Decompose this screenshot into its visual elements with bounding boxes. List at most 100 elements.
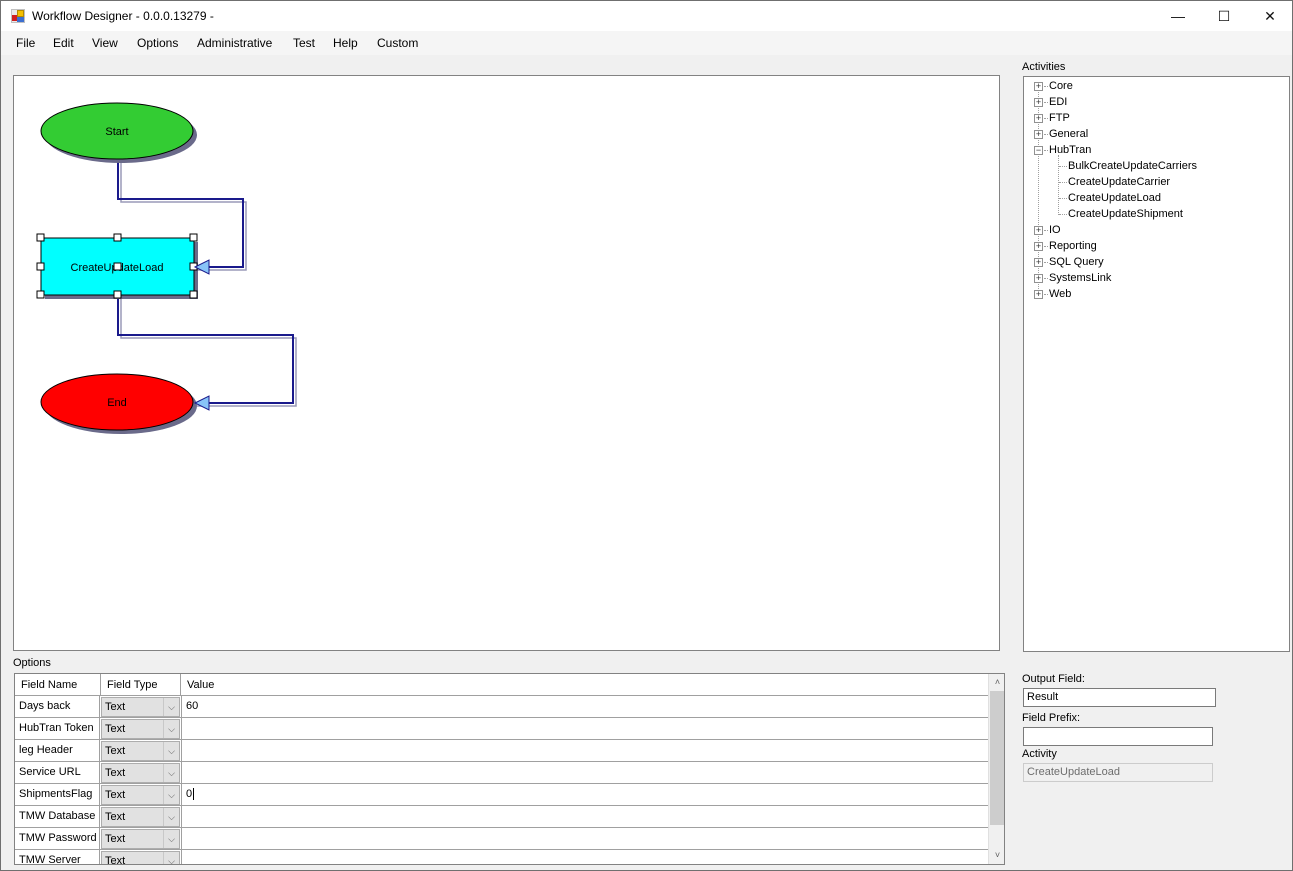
resize-handle-bottom-left[interactable]: [36, 290, 45, 299]
table-row[interactable]: Service URL Text ⌵: [15, 762, 988, 784]
collapse-icon[interactable]: −: [1034, 146, 1043, 155]
value-cell[interactable]: [181, 740, 988, 761]
table-row[interactable]: HubTran Token Text ⌵: [15, 718, 988, 740]
value-cell[interactable]: [181, 718, 988, 739]
field-type-select[interactable]: Text ⌵: [101, 741, 180, 761]
menu-options[interactable]: Options: [137, 36, 178, 50]
value-cell-editing[interactable]: 0: [181, 784, 988, 805]
field-type-select[interactable]: Text ⌵: [101, 785, 180, 805]
field-type-value: Text: [105, 833, 126, 845]
resize-handle-left[interactable]: [36, 262, 45, 271]
value-cell[interactable]: [181, 828, 988, 849]
menu-administrative[interactable]: Administrative: [197, 36, 272, 50]
field-type-select[interactable]: Text ⌵: [101, 851, 180, 864]
table-row[interactable]: Days back Text ⌵ 60: [15, 696, 988, 718]
title-bar: Workflow Designer - 0.0.0.13279 - — ☐ ✕: [1, 1, 1292, 31]
menu-custom[interactable]: Custom: [377, 36, 418, 50]
resize-handle-bottom[interactable]: [113, 290, 122, 299]
chevron-down-icon[interactable]: ⌵: [163, 742, 179, 760]
tree-guide-line: [1058, 155, 1059, 215]
expand-icon[interactable]: +: [1034, 82, 1043, 91]
chevron-down-icon[interactable]: ⌵: [163, 852, 179, 864]
chevron-down-icon[interactable]: ⌵: [163, 698, 179, 716]
options-grid[interactable]: Field Name Field Type Value Days back Te…: [14, 673, 1005, 865]
tree-item-label[interactable]: SQL Query: [1049, 256, 1104, 268]
table-row[interactable]: TMW Database Text ⌵: [15, 806, 988, 828]
tree-item-label[interactable]: Web: [1049, 288, 1071, 300]
table-row[interactable]: ShipmentsFlag Text ⌵ 0: [15, 784, 988, 806]
tree-item-label[interactable]: Reporting: [1049, 240, 1097, 252]
workflow-canvas[interactable]: Start CreateUpdateLoad: [13, 75, 1000, 651]
close-button[interactable]: ✕: [1247, 1, 1293, 31]
chevron-down-icon[interactable]: ⌵: [163, 786, 179, 804]
tree-item-label[interactable]: SystemsLink: [1049, 272, 1111, 284]
minimize-button[interactable]: —: [1155, 1, 1201, 31]
expand-icon[interactable]: +: [1034, 258, 1043, 267]
tree-item-label[interactable]: BulkCreateUpdateCarriers: [1068, 160, 1197, 172]
menu-help[interactable]: Help: [333, 36, 358, 50]
tree-item-label[interactable]: General: [1049, 128, 1088, 140]
activities-tree[interactable]: + Core + EDI + FTP + General − HubTran B…: [1023, 76, 1290, 652]
menu-edit[interactable]: Edit: [53, 36, 74, 50]
column-header-value[interactable]: Value: [181, 674, 988, 696]
menu-file[interactable]: File: [16, 36, 35, 50]
tree-item-label[interactable]: EDI: [1049, 96, 1067, 108]
grid-header: Field Name Field Type Value: [15, 674, 988, 696]
chevron-down-icon[interactable]: ⌵: [163, 830, 179, 848]
table-row[interactable]: TMW Password Text ⌵: [15, 828, 988, 850]
tree-item-label[interactable]: IO: [1049, 224, 1061, 236]
resize-handle-bottom-right[interactable]: [189, 290, 198, 299]
column-header-field-type[interactable]: Field Type: [101, 674, 181, 696]
scroll-up-icon[interactable]: ˄: [989, 674, 1004, 691]
table-row[interactable]: TMW Server Text ⌵: [15, 850, 988, 864]
menu-view[interactable]: View: [92, 36, 118, 50]
value-text: 60: [186, 700, 199, 712]
expand-icon[interactable]: +: [1034, 98, 1043, 107]
output-field-input[interactable]: Result: [1023, 688, 1216, 707]
activity-node-createupdateload[interactable]: CreateUpdateLoad: [36, 233, 198, 299]
menu-test[interactable]: Test: [293, 36, 315, 50]
value-text: 0: [186, 788, 193, 800]
expand-icon[interactable]: +: [1034, 130, 1043, 139]
expand-icon[interactable]: +: [1034, 114, 1043, 123]
tree-item-label[interactable]: CreateUpdateShipment: [1068, 208, 1183, 220]
maximize-button[interactable]: ☐: [1201, 1, 1247, 31]
field-type-value: Text: [105, 723, 126, 735]
tree-item-label[interactable]: Core: [1049, 80, 1073, 92]
expand-icon[interactable]: +: [1034, 274, 1043, 283]
value-cell[interactable]: [181, 850, 988, 864]
value-cell[interactable]: [181, 762, 988, 783]
chevron-down-icon[interactable]: ⌵: [163, 808, 179, 826]
tree-item-label[interactable]: CreateUpdateLoad: [1068, 192, 1161, 204]
field-type-select[interactable]: Text ⌵: [101, 719, 180, 739]
resize-handle-top-left[interactable]: [36, 233, 45, 242]
field-type-value: Text: [105, 701, 126, 713]
value-cell[interactable]: [181, 806, 988, 827]
scroll-thumb[interactable]: [990, 691, 1004, 825]
chevron-down-icon[interactable]: ⌵: [163, 720, 179, 738]
table-row[interactable]: leg Header Text ⌵: [15, 740, 988, 762]
start-node[interactable]: Start: [40, 102, 197, 163]
field-type-select[interactable]: Text ⌵: [101, 763, 180, 783]
value-cell[interactable]: 60: [181, 696, 988, 717]
column-header-field-name[interactable]: Field Name: [15, 674, 101, 696]
tree-item-label[interactable]: FTP: [1049, 112, 1070, 124]
tree-item-label[interactable]: CreateUpdateCarrier: [1068, 176, 1170, 188]
start-node-label: Start: [105, 126, 128, 138]
resize-handle-center[interactable]: [113, 262, 122, 271]
scroll-down-icon[interactable]: ˅: [989, 847, 1004, 864]
field-type-select[interactable]: Text ⌵: [101, 829, 180, 849]
tree-item-label[interactable]: HubTran: [1049, 144, 1091, 156]
resize-handle-top[interactable]: [113, 233, 122, 242]
end-node[interactable]: End: [40, 373, 197, 434]
resize-handle-top-right[interactable]: [189, 233, 198, 242]
expand-icon[interactable]: +: [1034, 290, 1043, 299]
options-vertical-scrollbar[interactable]: ˄ ˅: [988, 674, 1004, 864]
field-type-select[interactable]: Text ⌵: [101, 807, 180, 827]
chevron-down-icon[interactable]: ⌵: [163, 764, 179, 782]
field-prefix-input[interactable]: [1023, 727, 1213, 746]
expand-icon[interactable]: +: [1034, 226, 1043, 235]
expand-icon[interactable]: +: [1034, 242, 1043, 251]
field-type-select[interactable]: Text ⌵: [101, 697, 180, 717]
field-prefix-label: Field Prefix:: [1022, 712, 1081, 724]
